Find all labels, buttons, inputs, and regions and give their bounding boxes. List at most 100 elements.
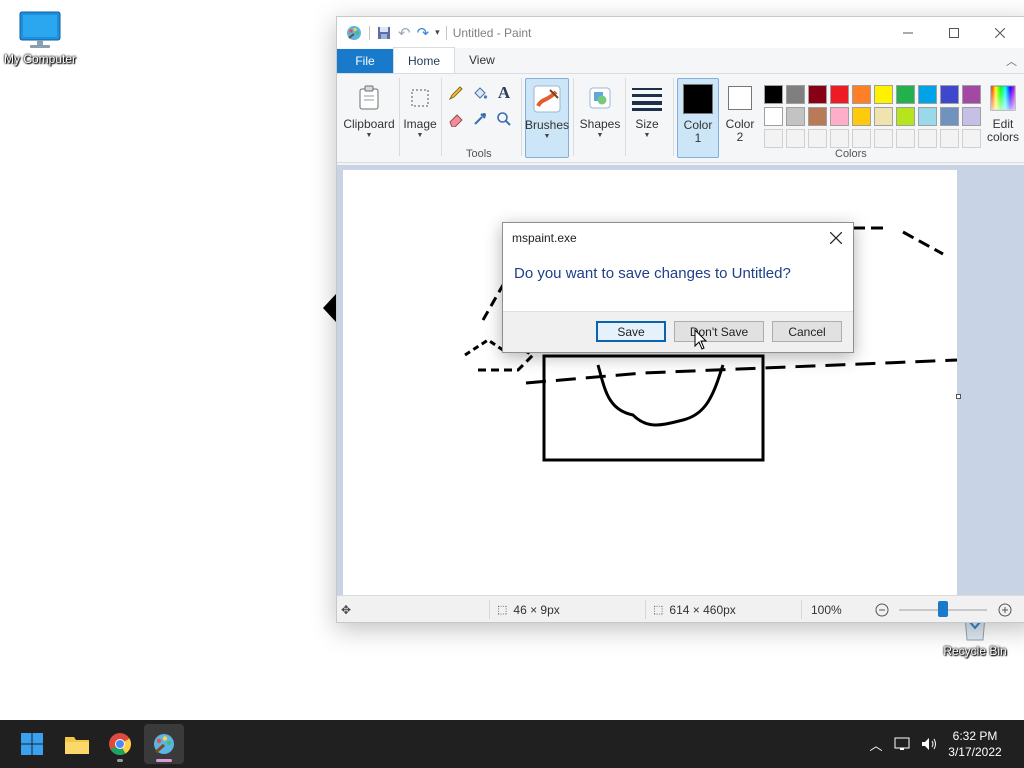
- image-button[interactable]: Image ▼: [401, 78, 439, 158]
- custom-color-swatch[interactable]: [852, 129, 871, 148]
- dropdown-icon: ▼: [416, 132, 424, 139]
- redo-icon[interactable]: ↷: [417, 24, 430, 42]
- brushes-button[interactable]: Brushes ▼: [525, 78, 569, 158]
- quick-access-toolbar: ↶ ↷ ▾: [345, 24, 447, 42]
- color2-swatch: [728, 86, 752, 110]
- eyedropper-icon: [474, 113, 486, 125]
- selection-size-value: 46 × 9px: [513, 602, 560, 617]
- taskbar-file-explorer[interactable]: [57, 724, 97, 764]
- zoom-slider-thumb[interactable]: [938, 601, 948, 617]
- eraser-tool[interactable]: [445, 108, 467, 130]
- zoom-in-button[interactable]: [998, 596, 1012, 623]
- color-swatch[interactable]: [764, 85, 783, 104]
- text-tool[interactable]: A: [493, 82, 515, 104]
- clipboard-button[interactable]: Clipboard ▼: [343, 78, 395, 158]
- color2-number: 2: [736, 130, 744, 144]
- custom-color-swatch[interactable]: [786, 129, 805, 148]
- start-button[interactable]: [12, 724, 52, 764]
- zoom-level: 100%: [811, 596, 842, 623]
- tab-file[interactable]: File: [337, 49, 393, 73]
- color-swatch[interactable]: [896, 85, 915, 104]
- custom-color-swatch[interactable]: [874, 129, 893, 148]
- color-picker-tool[interactable]: [469, 108, 491, 130]
- shapes-button[interactable]: Shapes ▼: [577, 78, 623, 158]
- canvas-size-icon: ⬚: [653, 604, 664, 616]
- pencil-tool[interactable]: [445, 82, 467, 104]
- ribbon-tabs: File Home View ︿: [337, 47, 1024, 74]
- separator: [801, 600, 802, 619]
- tab-view[interactable]: View: [455, 47, 509, 73]
- color-swatch[interactable]: [786, 107, 805, 126]
- color-swatch[interactable]: [962, 85, 981, 104]
- resize-handle[interactable]: [956, 394, 961, 399]
- custom-color-swatch[interactable]: [918, 129, 937, 148]
- select-icon: [411, 89, 429, 107]
- color-swatch[interactable]: [852, 107, 871, 126]
- network-icon[interactable]: [894, 736, 912, 752]
- save-changes-dialog: mspaint.exe Do you want to save changes …: [502, 222, 854, 353]
- custom-color-swatch[interactable]: [962, 129, 981, 148]
- color-swatch[interactable]: [918, 85, 937, 104]
- color-swatch[interactable]: [764, 107, 783, 126]
- save-button[interactable]: Save: [596, 321, 666, 342]
- color-swatch[interactable]: [786, 85, 805, 104]
- custom-color-swatch[interactable]: [940, 129, 959, 148]
- color-swatch[interactable]: [830, 107, 849, 126]
- size-button[interactable]: Size ▼: [627, 78, 667, 158]
- color2-button[interactable]: Color 2: [719, 78, 761, 158]
- color-swatch[interactable]: [808, 85, 827, 104]
- status-bar: ✥ ⬚ 46 × 9px ⬚ 614 × 460px 100%: [337, 595, 1024, 622]
- selection-icon: ⬚: [497, 604, 508, 616]
- custom-color-swatch[interactable]: [764, 129, 783, 148]
- volume-icon[interactable]: [920, 736, 938, 752]
- desktop-icon-my-computer[interactable]: My Computer: [0, 10, 80, 66]
- custom-color-swatch[interactable]: [808, 129, 827, 148]
- dialog-title: mspaint.exe: [512, 231, 577, 245]
- color-swatch[interactable]: [830, 85, 849, 104]
- taskbar-chrome[interactable]: [100, 724, 140, 764]
- color-swatch[interactable]: [874, 107, 893, 126]
- canvas-size-value: 614 × 460px: [669, 602, 736, 617]
- color-swatch[interactable]: [896, 107, 915, 126]
- paint-app-icon[interactable]: [345, 24, 363, 42]
- color-swatch[interactable]: [962, 107, 981, 126]
- color1-number: 1: [694, 131, 702, 145]
- fill-tool[interactable]: [469, 82, 491, 104]
- color-swatch[interactable]: [940, 107, 959, 126]
- desktop-icon-label: My Computer: [3, 52, 77, 66]
- edit-colors-button[interactable]: Edit colors: [983, 78, 1023, 158]
- separator: [673, 78, 674, 156]
- taskbar-paint[interactable]: [144, 724, 184, 764]
- color-swatch[interactable]: [852, 85, 871, 104]
- image-label: Image: [403, 117, 437, 131]
- separator: [573, 78, 574, 156]
- save-icon[interactable]: [376, 25, 392, 41]
- custom-color-swatch[interactable]: [830, 129, 849, 148]
- separator: [441, 78, 442, 156]
- chevron-up-icon[interactable]: ︿: [866, 735, 886, 754]
- custom-color-swatch[interactable]: [896, 129, 915, 148]
- color-swatch[interactable]: [808, 107, 827, 126]
- maximize-button[interactable]: [931, 17, 977, 48]
- customize-qat-icon[interactable]: ▾: [435, 27, 440, 38]
- edit-colors-label-2: colors: [986, 130, 1019, 144]
- dropdown-icon: ▼: [596, 132, 604, 139]
- shapes-icon: [589, 87, 611, 109]
- color-swatch[interactable]: [874, 85, 893, 104]
- pencil-icon: [448, 86, 463, 101]
- color-wheel-icon: [990, 85, 1016, 111]
- color-swatch[interactable]: [940, 85, 959, 104]
- color-swatch[interactable]: [918, 107, 937, 126]
- clock[interactable]: 6:32 PM 3/17/2022: [945, 728, 1005, 760]
- tab-home[interactable]: Home: [393, 47, 456, 73]
- dont-save-button[interactable]: Don't Save: [674, 321, 764, 342]
- magnifier-tool[interactable]: [493, 108, 515, 130]
- minimize-button[interactable]: [885, 17, 931, 48]
- cancel-button[interactable]: Cancel: [772, 321, 842, 342]
- close-button[interactable]: [977, 17, 1023, 48]
- undo-icon[interactable]: ↶: [398, 24, 411, 42]
- color1-button[interactable]: Color 1: [677, 78, 719, 158]
- collapse-ribbon-icon[interactable]: ︿: [1006, 53, 1017, 69]
- zoom-out-button[interactable]: [875, 596, 889, 623]
- dialog-close-button[interactable]: [825, 227, 847, 249]
